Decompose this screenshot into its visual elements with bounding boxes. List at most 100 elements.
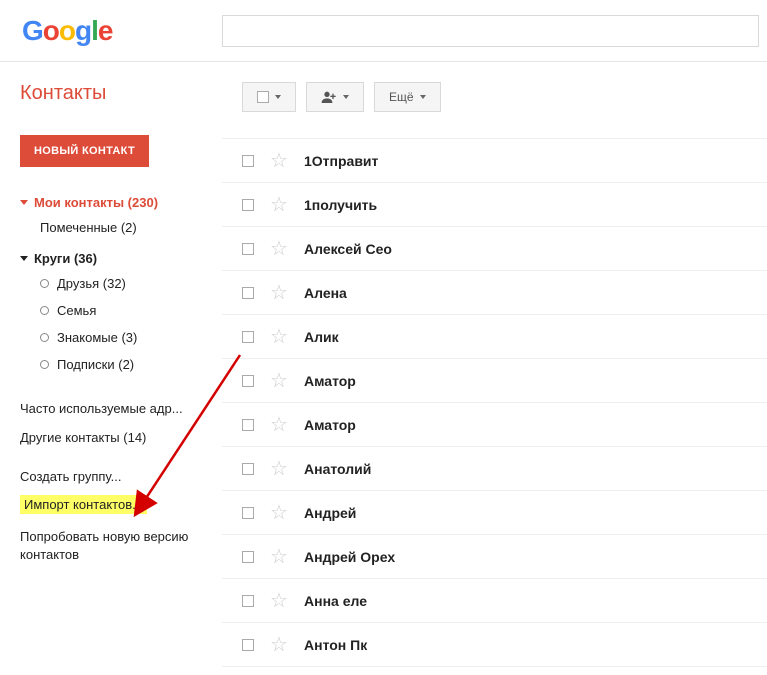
- google-logo[interactable]: Google: [22, 15, 222, 47]
- nav-other-contacts[interactable]: Другие контакты (14): [20, 423, 220, 452]
- contact-name: Алик: [304, 329, 339, 345]
- row-star[interactable]: ☆: [270, 239, 304, 259]
- nav-try-new[interactable]: Попробовать новую версию контактов: [20, 521, 220, 571]
- checkbox-icon: [242, 199, 254, 211]
- nav-import-contacts[interactable]: Импорт контактов...: [20, 495, 147, 514]
- contact-row[interactable]: ☆Аматор: [222, 359, 767, 403]
- more-button[interactable]: Ещё: [374, 82, 441, 112]
- nav-starred[interactable]: Помеченные (2): [20, 214, 222, 241]
- row-checkbox[interactable]: [242, 375, 270, 387]
- checkbox-icon: [242, 331, 254, 343]
- person-add-icon: [321, 90, 337, 104]
- checkbox-icon: [242, 287, 254, 299]
- star-icon: ☆: [270, 459, 288, 479]
- contact-name: 1Отправит: [304, 153, 378, 169]
- row-star[interactable]: ☆: [270, 283, 304, 303]
- contact-name: 1получить: [304, 197, 377, 213]
- contact-row[interactable]: ☆Аматор: [222, 403, 767, 447]
- star-icon: ☆: [270, 327, 288, 347]
- contact-name: Алена: [304, 285, 347, 301]
- row-checkbox[interactable]: [242, 155, 270, 167]
- contact-name: Анна еле: [304, 593, 367, 609]
- nav-circle-item[interactable]: Знакомые (3): [20, 324, 222, 351]
- row-checkbox[interactable]: [242, 639, 270, 651]
- nav-circle-item[interactable]: Друзья (32): [20, 270, 222, 297]
- row-checkbox[interactable]: [242, 419, 270, 431]
- nav-circles-group: Круги (36) Друзья (32) Семья Знакомые (3) П…: [20, 247, 222, 378]
- star-icon: ☆: [270, 151, 288, 171]
- row-star[interactable]: ☆: [270, 195, 304, 215]
- contact-name: Андрей Орех: [304, 549, 395, 565]
- caret-down-icon: [20, 256, 28, 261]
- checkbox-icon: [242, 551, 254, 563]
- contact-name: Андрей: [304, 505, 356, 521]
- row-star[interactable]: ☆: [270, 327, 304, 347]
- contact-row[interactable]: ☆ Алик: [222, 315, 767, 359]
- row-star[interactable]: ☆: [270, 503, 304, 523]
- contact-row[interactable]: ☆Андрей Орех: [222, 535, 767, 579]
- caret-down-icon: [275, 95, 281, 99]
- row-star[interactable]: ☆: [270, 459, 304, 479]
- row-star[interactable]: ☆: [270, 547, 304, 567]
- star-icon: ☆: [270, 591, 288, 611]
- nav-my-contacts[interactable]: Мои контакты (230): [20, 191, 222, 214]
- more-label: Ещё: [389, 90, 414, 104]
- row-checkbox[interactable]: [242, 331, 270, 343]
- contact-name: Анатолий: [304, 461, 371, 477]
- contact-list: ☆1Отправит☆1получить☆Алексей Сео☆Алена☆А…: [222, 138, 767, 667]
- row-star[interactable]: ☆: [270, 635, 304, 655]
- nav-circle-label: Знакомые (3): [57, 330, 137, 345]
- row-star[interactable]: ☆: [270, 415, 304, 435]
- checkbox-icon: [242, 419, 254, 431]
- nav-circle-item[interactable]: Семья: [20, 297, 222, 324]
- content: Ещё ☆1Отправит☆1получить☆Алексей Сео☆Але…: [222, 62, 767, 675]
- contact-name: Антон Пк: [304, 637, 367, 653]
- row-checkbox[interactable]: [242, 595, 270, 607]
- nav-circle-item[interactable]: Подписки (2): [20, 351, 222, 378]
- contact-row[interactable]: ☆ Анатолий: [222, 447, 767, 491]
- contact-row[interactable]: ☆ 1получить: [222, 183, 767, 227]
- star-icon: ☆: [270, 503, 288, 523]
- row-checkbox[interactable]: [242, 551, 270, 563]
- nav-my-contacts-group: Мои контакты (230) Помеченные (2): [20, 191, 222, 241]
- contact-row[interactable]: ☆Антон Пк: [222, 623, 767, 667]
- row-checkbox[interactable]: [242, 287, 270, 299]
- page-title: Контакты: [20, 82, 222, 105]
- select-all-button[interactable]: [242, 82, 296, 112]
- add-to-group-button[interactable]: [306, 82, 364, 112]
- search-input[interactable]: [222, 15, 759, 47]
- row-checkbox[interactable]: [242, 243, 270, 255]
- row-checkbox[interactable]: [242, 199, 270, 211]
- nav-circle-label: Друзья (32): [57, 276, 126, 291]
- nav-frequent[interactable]: Часто используемые адр...: [20, 394, 220, 423]
- row-checkbox[interactable]: [242, 507, 270, 519]
- nav-circles-label: Круги (36): [34, 251, 97, 266]
- contact-row[interactable]: ☆ Андрей: [222, 491, 767, 535]
- row-checkbox[interactable]: [242, 463, 270, 475]
- main: Контакты НОВЫЙ КОНТАКТ Мои контакты (230…: [0, 62, 767, 675]
- checkbox-icon: [242, 375, 254, 387]
- contact-row[interactable]: ☆Алексей Сео: [222, 227, 767, 271]
- star-icon: ☆: [270, 239, 288, 259]
- checkbox-icon: [242, 507, 254, 519]
- header: Google: [0, 0, 767, 62]
- checkbox-icon: [257, 91, 269, 103]
- circle-icon: [40, 306, 49, 315]
- row-star[interactable]: ☆: [270, 371, 304, 391]
- nav-create-group[interactable]: Создать группу...: [20, 462, 220, 491]
- circle-icon: [40, 360, 49, 369]
- contact-row[interactable]: ☆Алена: [222, 271, 767, 315]
- contact-name: Аматор: [304, 417, 356, 433]
- checkbox-icon: [242, 639, 254, 651]
- contact-row[interactable]: ☆ Анна еле: [222, 579, 767, 623]
- circle-icon: [40, 279, 49, 288]
- row-star[interactable]: ☆: [270, 591, 304, 611]
- checkbox-icon: [242, 463, 254, 475]
- star-icon: ☆: [270, 195, 288, 215]
- checkbox-icon: [242, 243, 254, 255]
- row-star[interactable]: ☆: [270, 151, 304, 171]
- new-contact-button[interactable]: НОВЫЙ КОНТАКТ: [20, 135, 149, 167]
- contact-row[interactable]: ☆ 1Отправит: [222, 139, 767, 183]
- nav-circles[interactable]: Круги (36): [20, 247, 222, 270]
- caret-down-icon: [420, 95, 426, 99]
